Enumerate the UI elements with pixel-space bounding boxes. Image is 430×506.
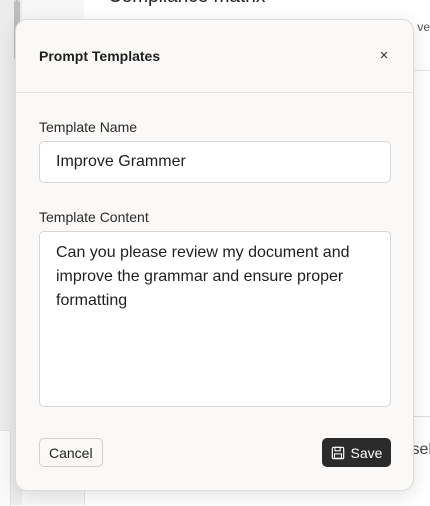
cancel-button[interactable]: Cancel [39,438,103,467]
template-content-label: Template Content [39,209,149,225]
floppy-disk-icon [331,446,344,459]
app-page-title: Compliance matrix [108,0,265,8]
app-bottom-left-panel [0,430,11,506]
prompt-templates-modal: Prompt Templates × Template Name Templat… [15,19,414,491]
save-button-label: Save [350,444,383,461]
close-button[interactable]: × [373,44,395,66]
template-name-label: Template Name [39,119,138,135]
modal-header: Prompt Templates × [16,20,413,93]
app-header-right-text: ver [417,20,430,34]
close-icon: × [379,46,389,64]
template-content-textarea[interactable]: Can you please review my document and im… [39,231,391,407]
save-button[interactable]: Save [322,438,391,467]
modal-title: Prompt Templates [39,48,161,64]
app-bottom-right-text[interactable]: sel [412,441,430,459]
template-name-input[interactable] [39,141,391,183]
